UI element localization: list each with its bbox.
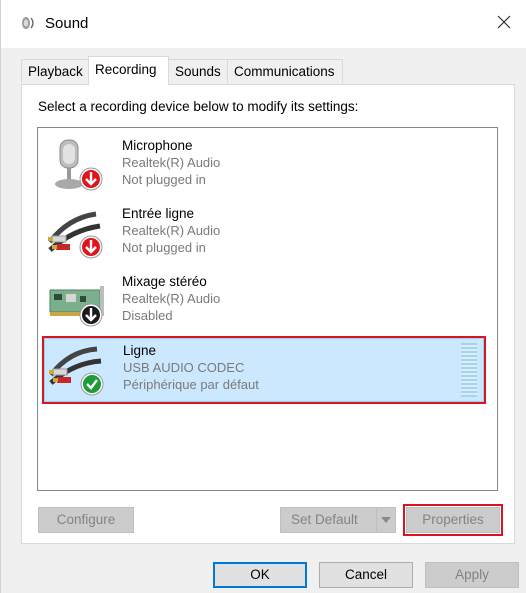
- set-default-button[interactable]: Set Default: [280, 507, 396, 533]
- device-status: Not plugged in: [122, 172, 206, 187]
- properties-button[interactable]: Properties: [406, 507, 500, 533]
- green-check-icon: [79, 371, 105, 397]
- device-driver: USB AUDIO CODEC: [123, 360, 245, 375]
- tab-communications[interactable]: Communications: [227, 59, 343, 83]
- black-down-arrow-icon: [78, 302, 104, 328]
- chevron-down-icon[interactable]: [376, 508, 395, 532]
- device-item-microphone[interactable]: Microphone Realtek(R) Audio Not plugged …: [44, 134, 484, 198]
- device-item-entree-ligne[interactable]: Entrée ligne Realtek(R) Audio Not plugge…: [44, 202, 484, 266]
- device-driver: Realtek(R) Audio: [122, 223, 221, 238]
- device-list[interactable]: Microphone Realtek(R) Audio Not plugged …: [37, 127, 498, 491]
- tab-sounds[interactable]: Sounds: [168, 59, 228, 83]
- title-bar: Sound: [1, 0, 526, 48]
- device-name: Microphone: [122, 138, 193, 153]
- tab-recording[interactable]: Recording: [88, 56, 169, 85]
- red-down-arrow-icon: [78, 166, 104, 192]
- speaker-icon: [19, 14, 37, 32]
- ok-button[interactable]: OK: [213, 562, 307, 588]
- level-meter: [461, 343, 477, 397]
- device-name: Ligne: [123, 343, 157, 358]
- close-button[interactable]: [489, 8, 519, 38]
- configure-button[interactable]: Configure: [38, 507, 134, 533]
- device-status: Not plugged in: [122, 240, 206, 255]
- device-driver: Realtek(R) Audio: [122, 155, 221, 170]
- sound-dialog: Sound Playback Recording Sounds Communic…: [0, 0, 526, 593]
- device-driver: Realtek(R) Audio: [122, 291, 221, 306]
- cancel-button[interactable]: Cancel: [319, 562, 413, 588]
- apply-button[interactable]: Apply: [425, 562, 519, 588]
- window-title: Sound: [45, 15, 89, 32]
- set-default-label: Set Default: [291, 512, 358, 527]
- tab-playback[interactable]: Playback: [21, 59, 89, 83]
- device-item-mixage-stereo[interactable]: Mixage stéréo Realtek(R) Audio Disabled: [44, 270, 484, 334]
- red-down-arrow-icon: [78, 234, 104, 260]
- device-status: Disabled: [122, 308, 173, 323]
- device-name: Mixage stéréo: [122, 274, 207, 289]
- recording-panel: Select a recording device below to modif…: [21, 84, 515, 544]
- device-status: Périphérique par défaut: [123, 377, 259, 392]
- device-name: Entrée ligne: [122, 206, 195, 221]
- instruction-text: Select a recording device below to modif…: [38, 99, 359, 114]
- device-item-ligne[interactable]: Ligne USB AUDIO CODEC Périphérique par d…: [44, 338, 484, 402]
- close-icon: [497, 15, 511, 32]
